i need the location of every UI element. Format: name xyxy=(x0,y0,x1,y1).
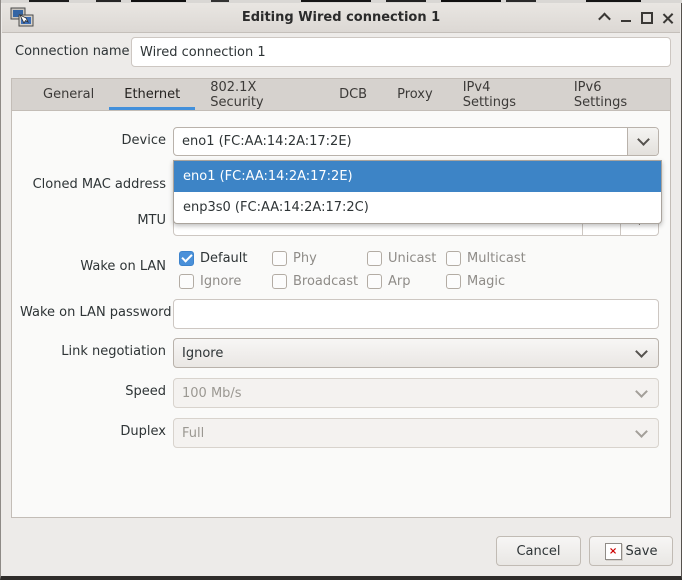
device-combo[interactable]: eno1 (FC:AA:14:2A:17:2E) xyxy=(173,127,659,156)
tab-802-1x-security[interactable]: 802.1X Security xyxy=(195,79,324,110)
save-button-label: Save xyxy=(626,544,658,559)
wol-option-arp[interactable]: Arp xyxy=(367,271,411,291)
device-option-1[interactable]: enp3s0 (FC:AA:14:2A:17:2C) xyxy=(174,192,661,223)
wol-option-phy[interactable]: Phy xyxy=(272,248,317,268)
link-negotiation-value: Ignore xyxy=(182,346,223,361)
maximize-icon xyxy=(641,12,653,24)
missing-image-icon: × xyxy=(605,543,622,560)
close-button[interactable] xyxy=(657,5,678,30)
window-title: Editing Wired connection 1 xyxy=(2,10,680,25)
wol-password-input[interactable] xyxy=(173,299,659,329)
close-icon xyxy=(662,12,674,24)
shade-button[interactable] xyxy=(594,5,615,30)
cloned-mac-label: Cloned MAC address xyxy=(20,175,166,195)
wol-option-label: Broadcast xyxy=(293,274,358,289)
chevron-up-icon xyxy=(598,13,611,26)
wol-option-unicast[interactable]: Unicast xyxy=(367,248,436,268)
duplex-combo: Full xyxy=(173,418,659,448)
checkbox-unchecked-icon[interactable] xyxy=(272,274,287,289)
speed-combo: 100 Mb/s xyxy=(173,378,659,408)
tab-ethernet[interactable]: Ethernet xyxy=(109,79,195,110)
mtu-label: MTU xyxy=(20,211,166,231)
device-option-0[interactable]: eno1 (FC:AA:14:2A:17:2E) xyxy=(174,161,661,192)
speed-label: Speed xyxy=(20,382,166,402)
duplex-label: Duplex xyxy=(20,422,166,442)
checkbox-unchecked-icon[interactable] xyxy=(367,274,382,289)
wol-option-ignore[interactable]: Ignore xyxy=(179,271,241,291)
chevron-down-icon xyxy=(637,133,650,146)
dialog-window: Editing Wired connection 1 Connection na… xyxy=(0,0,682,580)
chevron-down-icon xyxy=(635,385,648,398)
checkbox-unchecked-icon[interactable] xyxy=(446,251,461,266)
minimize-icon xyxy=(621,20,631,22)
wol-option-label: Multicast xyxy=(467,251,526,266)
wol-password-label: Wake on LAN password xyxy=(20,303,166,323)
wol-option-broadcast[interactable]: Broadcast xyxy=(272,271,358,291)
cancel-button[interactable]: Cancel xyxy=(496,536,581,566)
tab-ipv6-settings[interactable]: IPv6 Settings xyxy=(559,79,670,110)
speed-value: 100 Mb/s xyxy=(182,386,242,401)
chevron-down-icon xyxy=(635,425,648,438)
tab-dcb[interactable]: DCB xyxy=(324,79,382,110)
wol-option-default[interactable]: Default xyxy=(179,248,248,268)
checkbox-unchecked-icon[interactable] xyxy=(446,274,461,289)
tab-ipv4-settings[interactable]: IPv4 Settings xyxy=(448,79,559,110)
chevron-down-icon xyxy=(635,345,648,358)
duplex-value: Full xyxy=(182,426,204,441)
wol-option-multicast[interactable]: Multicast xyxy=(446,248,526,268)
tab-bar: GeneralEthernet802.1X SecurityDCBProxyIP… xyxy=(12,79,670,111)
network-connections-icon xyxy=(10,7,34,29)
device-combo-value[interactable]: eno1 (FC:AA:14:2A:17:2E) xyxy=(174,128,627,155)
wol-option-label: Unicast xyxy=(388,251,436,266)
save-button[interactable]: × Save xyxy=(589,536,673,566)
wol-option-label: Arp xyxy=(388,274,411,289)
link-negotiation-label: Link negotiation xyxy=(20,342,166,362)
cancel-button-label: Cancel xyxy=(516,544,560,559)
wol-option-label: Phy xyxy=(293,251,317,266)
link-negotiation-combo[interactable]: Ignore xyxy=(173,338,659,368)
wol-option-label: Ignore xyxy=(200,274,241,289)
wol-option-magic[interactable]: Magic xyxy=(446,271,505,291)
wol-option-label: Magic xyxy=(467,274,505,289)
device-combo-dropdown-button[interactable] xyxy=(627,128,658,155)
device-label: Device xyxy=(20,131,166,151)
checkbox-unchecked-icon[interactable] xyxy=(179,274,194,289)
checkbox-unchecked-icon[interactable] xyxy=(367,251,382,266)
device-dropdown-popup: eno1 (FC:AA:14:2A:17:2E)enp3s0 (FC:AA:14… xyxy=(173,160,662,224)
maximize-button[interactable] xyxy=(636,5,657,30)
checkbox-unchecked-icon[interactable] xyxy=(272,251,287,266)
settings-notebook: GeneralEthernet802.1X SecurityDCBProxyIP… xyxy=(11,78,671,518)
wol-option-label: Default xyxy=(200,251,248,266)
connection-name-label: Connection name xyxy=(15,44,130,59)
connection-name-input[interactable] xyxy=(131,37,671,67)
titlebar[interactable]: Editing Wired connection 1 xyxy=(2,3,680,33)
minimize-button[interactable] xyxy=(615,5,636,30)
window-controls xyxy=(594,3,678,32)
checkbox-checked-icon[interactable] xyxy=(179,251,194,266)
wake-on-lan-label: Wake on LAN xyxy=(20,257,166,277)
tab-general[interactable]: General xyxy=(28,79,109,110)
tab-proxy[interactable]: Proxy xyxy=(382,79,448,110)
